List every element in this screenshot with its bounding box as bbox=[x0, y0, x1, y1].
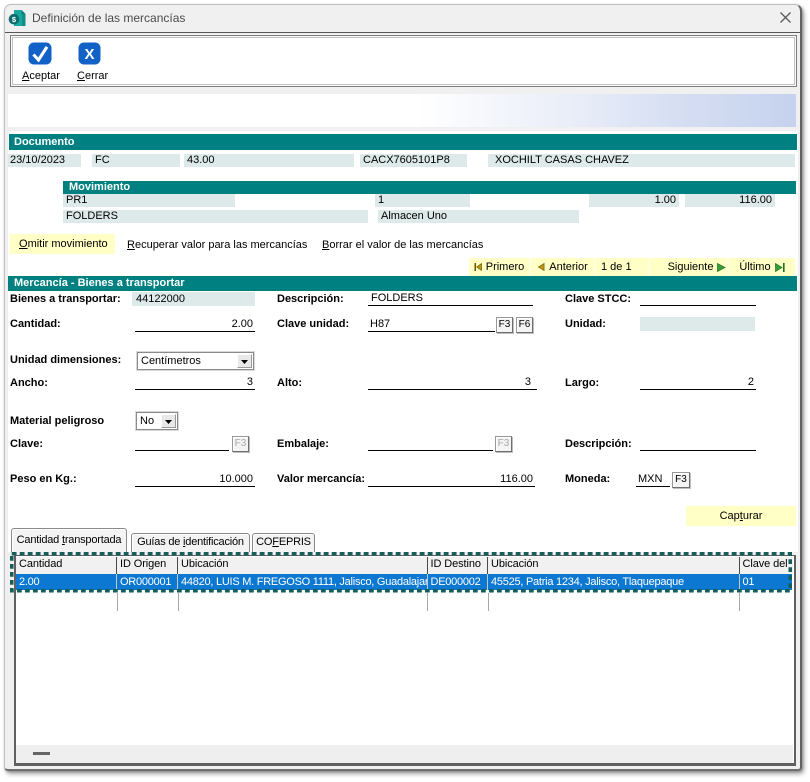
svg-text:X: X bbox=[84, 46, 94, 63]
